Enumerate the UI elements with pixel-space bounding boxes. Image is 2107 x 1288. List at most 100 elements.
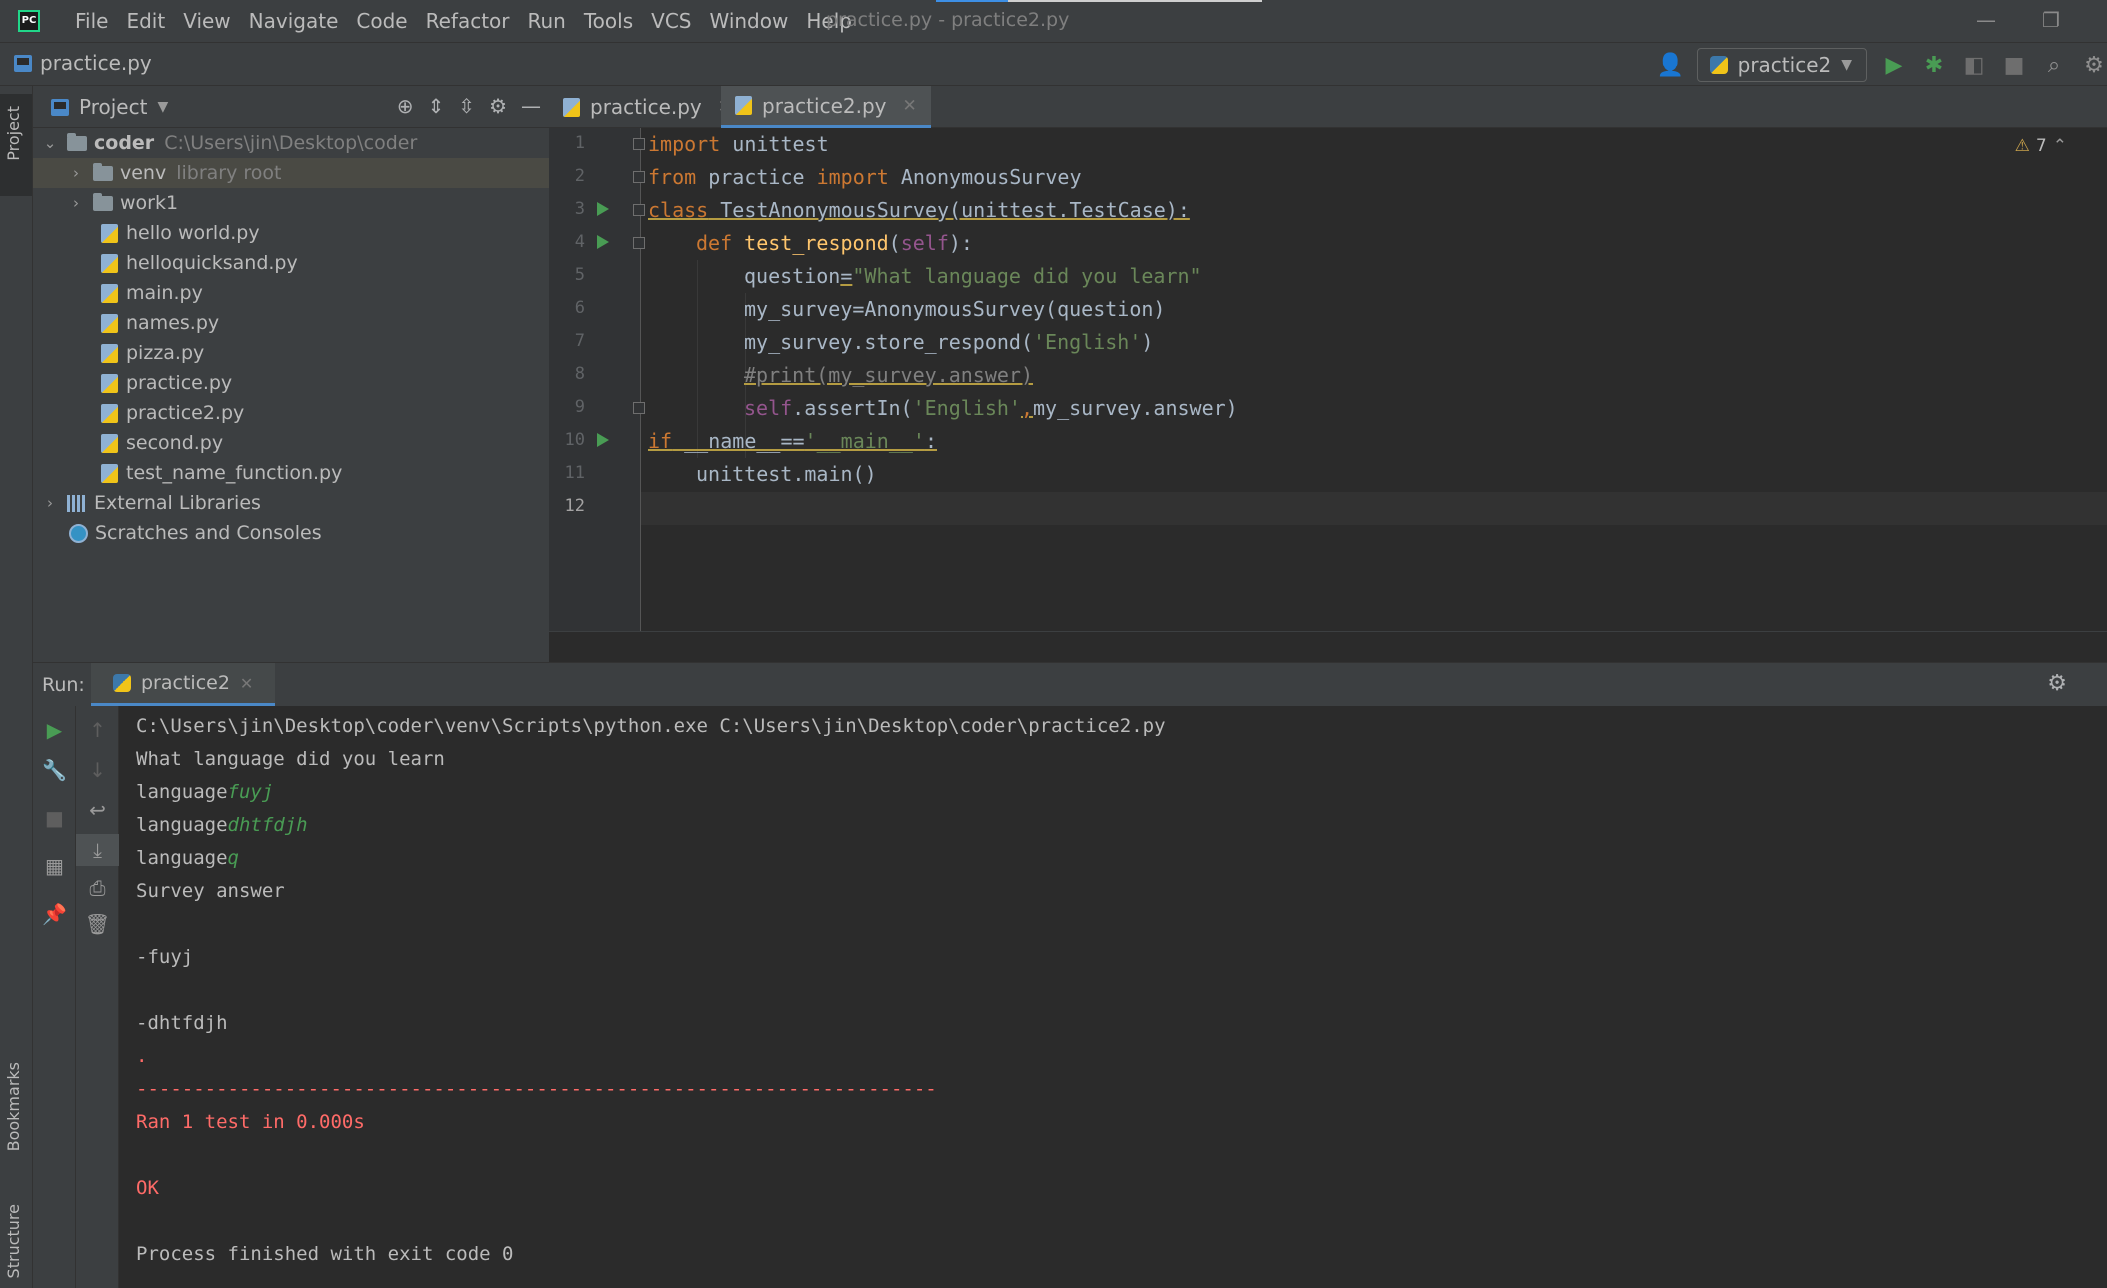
arrow-up-icon[interactable]: ↑ <box>76 718 119 742</box>
tree-item-label: second.py <box>126 432 224 454</box>
tab-run-practice2[interactable]: practice2 ✕ <box>91 663 276 706</box>
chevron-right-icon[interactable]: › <box>41 494 59 512</box>
tree-item-file[interactable]: second.py <box>33 428 617 458</box>
tree-item-scratches[interactable]: Scratches and Consoles <box>33 518 585 548</box>
menu-navigate[interactable]: Navigate <box>240 9 348 33</box>
console-user-input: q <box>227 847 239 869</box>
fold-icon[interactable] <box>633 138 645 150</box>
code-token: import <box>648 132 721 156</box>
caret-line-highlight <box>641 492 2107 525</box>
tree-item-file[interactable]: practice.py <box>33 368 617 398</box>
locate-icon[interactable]: ⊕ <box>397 94 414 118</box>
tab-practice[interactable]: practice.py ✕ <box>549 86 746 128</box>
fold-icon[interactable] <box>633 204 645 216</box>
close-icon[interactable]: ✕ <box>240 674 253 693</box>
code-token: class <box>648 198 709 222</box>
project-view-select[interactable]: Project ▼ <box>51 95 168 119</box>
expand-all-icon[interactable]: ⇕ <box>428 94 445 118</box>
search-icon[interactable]: ⌕ <box>2041 53 2067 78</box>
trash-icon[interactable]: 🗑 <box>76 912 119 936</box>
fold-icon[interactable] <box>633 237 645 249</box>
window-title: practice.py - practice2.py <box>826 9 1070 31</box>
debug-icon[interactable]: ✱ <box>1921 53 1947 78</box>
run-gutter-icon[interactable] <box>597 433 609 447</box>
tool-window-structure[interactable]: Structure <box>4 1204 23 1278</box>
menu-window[interactable]: Window <box>700 9 797 33</box>
breadcrumb[interactable]: practice.py <box>14 51 152 75</box>
menu-view[interactable]: View <box>174 9 239 33</box>
chevron-right-icon[interactable]: › <box>67 194 85 212</box>
print-icon[interactable]: ⎙ <box>76 876 119 900</box>
tree-item-file[interactable]: main.py <box>33 278 617 308</box>
inspection-widget[interactable]: ⚠ 7 ⌃ <box>2015 136 2067 156</box>
gear-icon[interactable]: ⚙ <box>2047 671 2067 696</box>
arrow-down-icon[interactable]: ↓ <box>76 758 119 782</box>
fold-icon[interactable] <box>633 171 645 183</box>
rerun-icon[interactable]: ▶ <box>33 718 76 742</box>
layout-icon[interactable]: ▦ <box>33 854 76 878</box>
menu-tools[interactable]: Tools <box>575 9 642 33</box>
run-configuration-label: practice2 <box>1737 53 1832 77</box>
tree-item-work1[interactable]: › work1 <box>33 188 583 218</box>
tree-item-file[interactable]: hello world.py <box>33 218 617 248</box>
line-number: 5 <box>574 265 585 285</box>
stop-icon[interactable]: ■ <box>2001 53 2027 78</box>
gear-icon[interactable]: ⚙ <box>489 94 507 118</box>
tree-item-file[interactable]: pizza.py <box>33 338 617 368</box>
console-prompt-text: language <box>136 814 228 836</box>
menu-run[interactable]: Run <box>519 9 575 33</box>
tool-window-bookmarks[interactable]: Bookmarks <box>4 1062 23 1151</box>
soft-wrap-icon[interactable]: ↩ <box>76 798 119 822</box>
run-gutter-icon[interactable] <box>597 235 609 249</box>
run-configuration-select[interactable]: practice2 ▼ <box>1696 48 1867 82</box>
run-console[interactable]: C:\Users\jin\Desktop\coder\venv\Scripts\… <box>119 706 2107 1288</box>
minimize-icon[interactable]: — <box>1976 8 1996 32</box>
wrench-icon[interactable]: 🔧 <box>33 758 76 782</box>
tree-item-venv[interactable]: › venv library root <box>33 158 583 188</box>
hide-icon[interactable]: — <box>521 94 541 118</box>
chevron-down-icon[interactable]: ⌄ <box>41 134 59 152</box>
menu-edit[interactable]: Edit <box>117 9 174 33</box>
coverage-icon[interactable]: ◧ <box>1961 53 1987 78</box>
code-token: if <box>648 429 673 453</box>
menu-code[interactable]: Code <box>347 9 416 33</box>
menu-refactor[interactable]: Refactor <box>417 9 519 33</box>
editor-scroll-area <box>549 631 2107 663</box>
pin-icon[interactable]: 📌 <box>33 902 76 926</box>
python-icon <box>1709 56 1728 74</box>
code-line: unittest.main() <box>696 462 877 486</box>
folder-icon <box>67 132 87 151</box>
code-token: unittest <box>720 132 829 156</box>
scroll-to-end-icon[interactable]: ⤓ <box>76 834 119 866</box>
tab-practice2[interactable]: practice2.py ✕ <box>721 86 931 128</box>
tree-item-root[interactable]: ⌄ coder C:\Users\jin\Desktop\coder <box>33 128 557 158</box>
code-editor[interactable]: 1 2 3 4 5 6 7 8 9 10 11 12 import unitte… <box>549 128 2107 631</box>
menu-file[interactable]: File <box>66 9 117 33</box>
close-icon[interactable]: ✕ <box>902 96 916 116</box>
tree-item-file[interactable]: practice2.py <box>33 398 617 428</box>
code-token: AnonymousSurvey <box>888 165 1082 189</box>
line-number: 4 <box>574 232 585 252</box>
chevron-up-icon[interactable]: ⌃ <box>2053 136 2067 156</box>
tree-item-label: main.py <box>126 282 203 304</box>
chevron-right-icon[interactable]: › <box>67 164 85 182</box>
collapse-all-icon[interactable]: ⇳ <box>458 94 475 118</box>
user-icon[interactable]: 👤 <box>1657 53 1684 78</box>
folder-icon <box>93 162 113 181</box>
fold-icon[interactable] <box>633 402 645 414</box>
menu-vcs[interactable]: VCS <box>642 9 700 33</box>
code-token: ): <box>948 231 973 255</box>
tree-item-external-libraries[interactable]: › External Libraries <box>33 488 557 518</box>
stop-icon[interactable]: ■ <box>33 806 76 830</box>
tool-window-project-tab[interactable]: Project <box>0 94 32 196</box>
tree-item-label: pizza.py <box>126 342 205 364</box>
tree-item-file[interactable]: names.py <box>33 308 617 338</box>
tree-item-file[interactable]: test_name_function.py <box>33 458 617 488</box>
gear-icon[interactable]: ⚙ <box>2081 53 2107 78</box>
editor-tab-bar: practice.py ✕ practice2.py ✕ <box>549 86 2107 128</box>
run-icon[interactable]: ▶ <box>1881 53 1907 78</box>
run-gutter-icon[interactable] <box>597 202 609 216</box>
tree-item-label: venv <box>120 162 167 184</box>
tree-item-file[interactable]: helloquicksand.py <box>33 248 617 278</box>
restore-icon[interactable]: ❐ <box>2042 8 2060 32</box>
